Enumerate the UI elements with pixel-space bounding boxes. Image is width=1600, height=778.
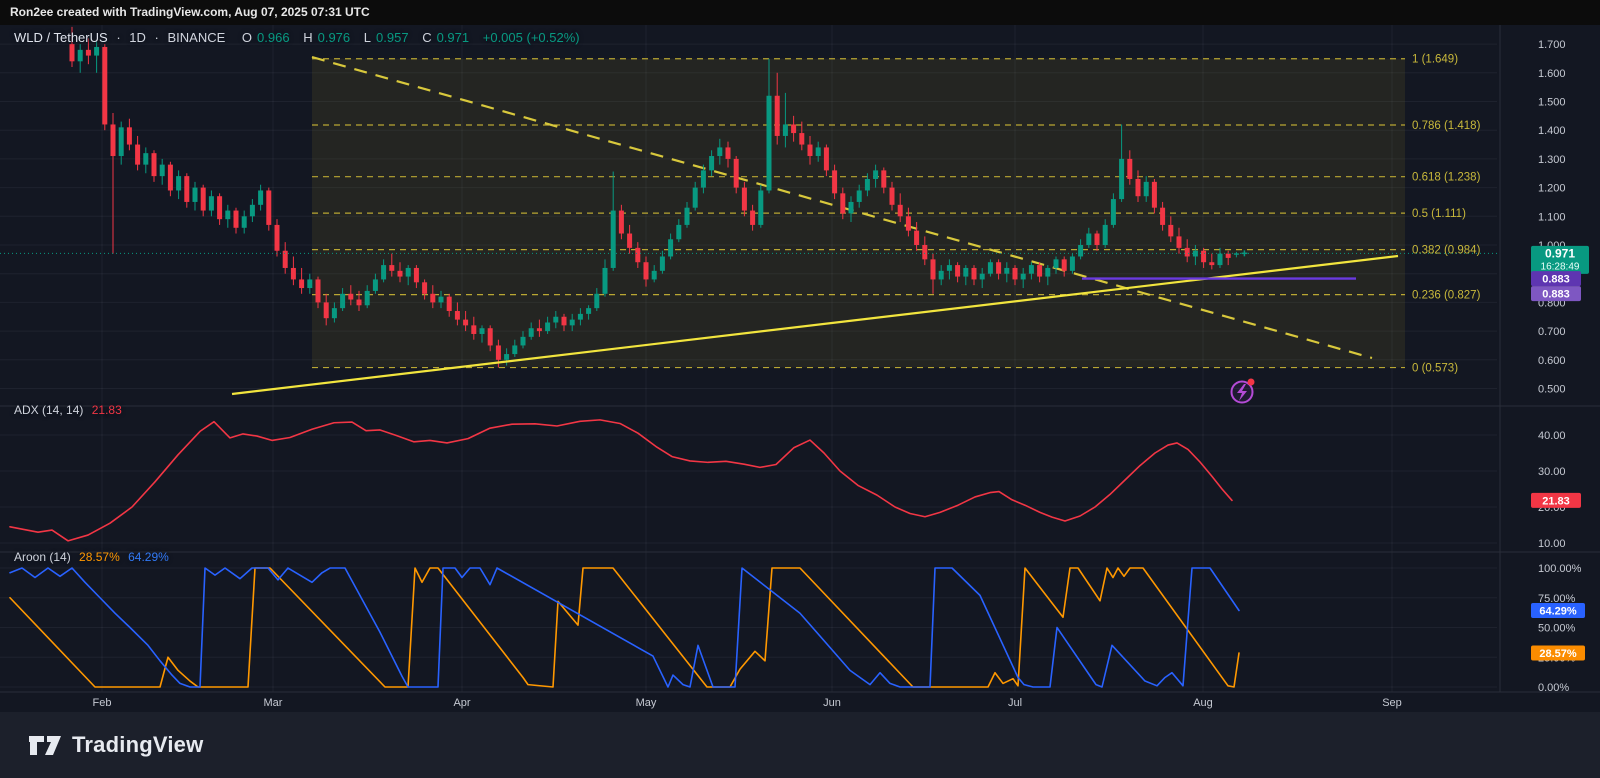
aroon-title[interactable]: Aroon (14) bbox=[14, 550, 71, 564]
svg-text:0.700: 0.700 bbox=[1538, 326, 1566, 338]
svg-text:Jun: Jun bbox=[823, 697, 841, 709]
svg-text:1.400: 1.400 bbox=[1538, 125, 1566, 137]
svg-text:Sep: Sep bbox=[1382, 697, 1402, 709]
svg-text:1.200: 1.200 bbox=[1538, 183, 1566, 195]
aroon-legend: Aroon (14) 28.57% 64.29% bbox=[14, 550, 174, 564]
low-value: 0.957 bbox=[376, 30, 409, 45]
tradingview-wordmark[interactable]: TradingView bbox=[72, 732, 203, 758]
time-axis[interactable]: Feb Mar Apr May Jun Jul Aug Sep bbox=[93, 697, 1402, 709]
svg-text:1 (1.649): 1 (1.649) bbox=[1412, 54, 1458, 66]
fib-retracement[interactable] bbox=[312, 58, 1405, 369]
svg-text:10.00: 10.00 bbox=[1538, 538, 1566, 550]
svg-text:Mar: Mar bbox=[264, 697, 283, 709]
svg-text:21.83: 21.83 bbox=[1542, 495, 1570, 507]
open-value: 0.966 bbox=[257, 30, 290, 45]
svg-text:100.00%: 100.00% bbox=[1538, 563, 1582, 575]
close-value: 0.971 bbox=[436, 30, 470, 45]
open-key: O bbox=[241, 30, 253, 45]
chart-canvas[interactable]: 1.7001.6001.5001.4001.3001.2001.1001.000… bbox=[0, 0, 1600, 778]
credit-bar: Ron2ee created with TradingView.com, Aug… bbox=[0, 0, 1600, 25]
svg-text:40.00: 40.00 bbox=[1538, 430, 1566, 442]
svg-text:0.500: 0.500 bbox=[1538, 384, 1566, 396]
svg-text:1.700: 1.700 bbox=[1538, 39, 1566, 51]
svg-text:16:28:49: 16:28:49 bbox=[1541, 261, 1580, 272]
svg-text:50.00%: 50.00% bbox=[1538, 623, 1576, 635]
svg-text:30.00: 30.00 bbox=[1538, 466, 1566, 478]
svg-text:75.00%: 75.00% bbox=[1538, 593, 1576, 605]
svg-text:Apr: Apr bbox=[453, 697, 470, 709]
adx-value: 21.83 bbox=[91, 403, 122, 417]
svg-text:May: May bbox=[636, 697, 657, 709]
axis-badge[interactable]: 28.57% bbox=[1531, 645, 1585, 661]
svg-text:0.00%: 0.00% bbox=[1538, 682, 1569, 694]
axis-badge[interactable]: 64.29% bbox=[1531, 602, 1585, 618]
tradingview-chart-window: Ron2ee created with TradingView.com, Aug… bbox=[0, 0, 1600, 778]
svg-text:0.382 (0.984): 0.382 (0.984) bbox=[1412, 245, 1481, 257]
flash-drawing-icon[interactable] bbox=[1230, 378, 1255, 404]
svg-text:1.500: 1.500 bbox=[1538, 97, 1566, 109]
svg-text:0.600: 0.600 bbox=[1538, 355, 1566, 367]
svg-text:0.236 (0.827): 0.236 (0.827) bbox=[1412, 290, 1481, 302]
credit-text: Ron2ee created with TradingView.com, Aug… bbox=[10, 5, 370, 19]
svg-text:0.5 (1.111): 0.5 (1.111) bbox=[1412, 208, 1466, 220]
tradingview-logo-icon[interactable] bbox=[28, 732, 62, 758]
high-value: 0.976 bbox=[317, 30, 351, 45]
svg-text:1.300: 1.300 bbox=[1538, 154, 1566, 166]
svg-text:0.883: 0.883 bbox=[1542, 274, 1570, 286]
svg-text:0.618 (1.238): 0.618 (1.238) bbox=[1412, 172, 1481, 184]
svg-text:0.786 (1.418): 0.786 (1.418) bbox=[1412, 120, 1481, 132]
footer-bar: TradingView bbox=[0, 712, 1600, 778]
symbol-legend: WLD / TetherUS · 1D · BINANCE O 0.966 H 0.… bbox=[14, 30, 585, 45]
svg-text:Feb: Feb bbox=[93, 697, 112, 709]
change-value: +0.005 (+0.52%) bbox=[482, 30, 580, 45]
axis-badge[interactable]: 0.883 bbox=[1531, 271, 1581, 287]
adx-line[interactable] bbox=[9, 419, 1233, 542]
axis-badge[interactable]: 21.83 bbox=[1531, 492, 1581, 508]
last-price-badge[interactable]: 0.97116:28:49 bbox=[1531, 245, 1589, 274]
svg-text:Jul: Jul bbox=[1008, 697, 1022, 709]
svg-text:1.100: 1.100 bbox=[1538, 211, 1566, 223]
adx-title[interactable]: ADX (14, 14) bbox=[14, 403, 83, 417]
svg-text:0.883: 0.883 bbox=[1542, 289, 1570, 301]
adx-legend: ADX (14, 14) 21.83 bbox=[14, 403, 127, 417]
aroon-down-value: 64.29% bbox=[128, 550, 169, 564]
legend-separator2: · bbox=[154, 30, 159, 45]
svg-text:1.600: 1.600 bbox=[1538, 68, 1566, 80]
high-key: H bbox=[303, 30, 313, 45]
close-key: C bbox=[422, 30, 432, 45]
interval-label[interactable]: 1D bbox=[129, 30, 146, 45]
low-key: L bbox=[363, 30, 372, 45]
svg-text:28.57%: 28.57% bbox=[1539, 648, 1577, 660]
symbol-title[interactable]: WLD / TetherUS bbox=[14, 30, 108, 45]
notification-dot bbox=[1247, 378, 1255, 386]
legend-separator1: · bbox=[116, 30, 121, 45]
axis-badge[interactable]: 0.883 bbox=[1531, 286, 1581, 302]
svg-text:64.29%: 64.29% bbox=[1539, 605, 1577, 617]
svg-text:0.971: 0.971 bbox=[1545, 246, 1575, 260]
aroon-up-value: 28.57% bbox=[79, 550, 120, 564]
svg-text:0 (0.573): 0 (0.573) bbox=[1412, 363, 1458, 375]
exchange-label: BINANCE bbox=[167, 30, 226, 45]
svg-text:Aug: Aug bbox=[1193, 697, 1213, 709]
price-axis[interactable]: 1.7001.6001.5001.4001.3001.2001.1001.000… bbox=[1538, 39, 1582, 694]
